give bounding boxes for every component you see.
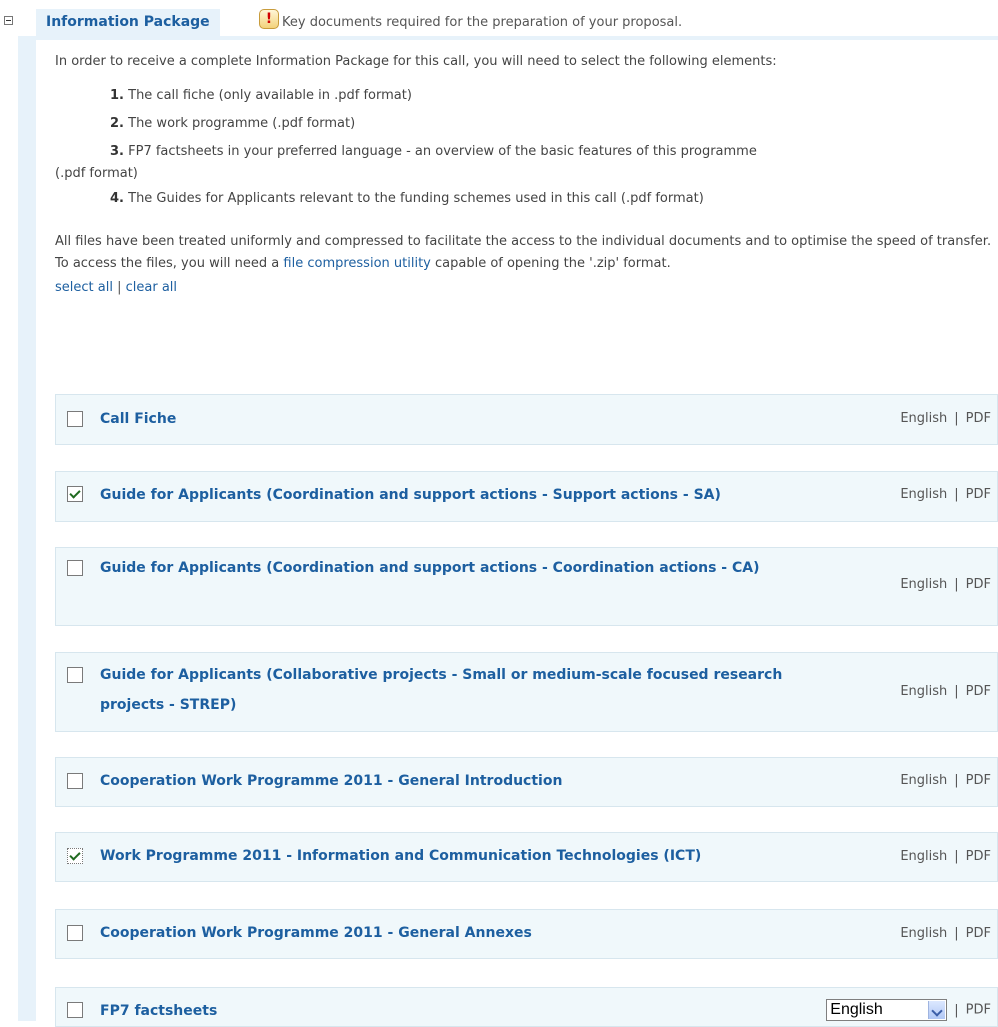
intro-text: In order to receive a complete Informati… xyxy=(55,54,777,69)
step-item: 3. FP7 factsheets in your preferred lang… xyxy=(55,144,757,181)
document-format: PDF xyxy=(965,487,991,502)
document-row: Guide for Applicants (Coordination and s… xyxy=(55,547,998,626)
document-language: English xyxy=(900,773,948,788)
selection-links: select all | clear all xyxy=(55,280,178,295)
document-meta: English | PDF xyxy=(900,926,991,941)
section-title[interactable]: Information Package xyxy=(36,9,220,36)
collapse-toggle-button[interactable] xyxy=(4,16,13,25)
document-title: Guide for Applicants (Coordination and s… xyxy=(100,560,760,576)
document-row: FP7 factsheets English | PDF xyxy=(55,987,998,1027)
document-format: PDF xyxy=(965,577,991,592)
document-meta: English | PDF xyxy=(900,411,991,426)
steps-list: 1. The call fiche (only available in .pd… xyxy=(55,82,998,213)
document-checkbox[interactable] xyxy=(67,411,83,427)
document-language: English xyxy=(900,487,948,502)
document-checkbox[interactable] xyxy=(67,773,83,789)
document-row: Cooperation Work Programme 2011 - Genera… xyxy=(55,909,998,959)
document-language: English xyxy=(900,577,948,592)
document-format: PDF xyxy=(965,849,991,864)
document-title: Cooperation Work Programme 2011 - Genera… xyxy=(100,925,532,941)
files-note: All files have been treated uniformly an… xyxy=(55,234,992,271)
content-side-bar xyxy=(18,36,36,1021)
document-format: PDF xyxy=(965,926,991,941)
document-meta: English | PDF xyxy=(900,849,991,864)
document-format: PDF xyxy=(965,411,991,426)
step-item: 2. The work programme (.pdf format) xyxy=(110,116,356,131)
document-meta: English | PDF xyxy=(900,487,991,502)
document-language: English xyxy=(900,411,948,426)
document-row: Work Programme 2011 - Information and Co… xyxy=(55,832,998,882)
document-checkbox[interactable] xyxy=(67,486,83,502)
document-row: Cooperation Work Programme 2011 - Genera… xyxy=(55,757,998,807)
document-language: English xyxy=(900,926,948,941)
document-row: Call Fiche English | PDF xyxy=(55,394,998,445)
document-checkbox[interactable] xyxy=(67,560,83,576)
document-format: PDF xyxy=(965,684,991,699)
clear-all-link[interactable]: clear all xyxy=(126,280,177,295)
document-checkbox[interactable] xyxy=(67,925,83,941)
document-language: English xyxy=(900,684,948,699)
document-meta: English | PDF xyxy=(900,773,991,788)
document-title: FP7 factsheets xyxy=(100,1003,218,1019)
document-title: Call Fiche xyxy=(100,411,177,427)
content-area: In order to receive a complete Informati… xyxy=(55,52,998,297)
document-meta: English | PDF xyxy=(826,999,991,1021)
step-item: 1. The call fiche (only available in .pd… xyxy=(110,88,412,103)
step-item: 4. The Guides for Applicants relevant to… xyxy=(110,191,704,206)
language-select[interactable]: English xyxy=(826,999,948,1021)
document-checkbox[interactable] xyxy=(67,1002,83,1018)
file-compression-utility-link[interactable]: file compression utility xyxy=(283,256,430,271)
document-title: Cooperation Work Programme 2011 - Genera… xyxy=(100,773,563,789)
header-divider xyxy=(36,36,998,40)
select-all-link[interactable]: select all xyxy=(55,280,113,295)
chevron-down-icon[interactable] xyxy=(928,1001,946,1019)
document-checkbox[interactable] xyxy=(67,667,83,683)
document-row: Guide for Applicants (Coordination and s… xyxy=(55,471,998,522)
document-format: PDF xyxy=(965,1002,991,1018)
document-meta: English | PDF xyxy=(900,577,991,592)
document-title: Work Programme 2011 - Information and Co… xyxy=(100,848,702,864)
document-row: Guide for Applicants (Collaborative proj… xyxy=(55,652,998,732)
section-description: Key documents required for the preparati… xyxy=(282,15,683,30)
document-checkbox[interactable] xyxy=(67,848,83,864)
document-meta: English | PDF xyxy=(900,684,991,699)
warning-icon: ! xyxy=(259,9,279,29)
document-format: PDF xyxy=(965,773,991,788)
document-title: Guide for Applicants (Collaborative proj… xyxy=(100,667,783,713)
document-language: English xyxy=(900,849,948,864)
document-title: Guide for Applicants (Coordination and s… xyxy=(100,487,721,503)
